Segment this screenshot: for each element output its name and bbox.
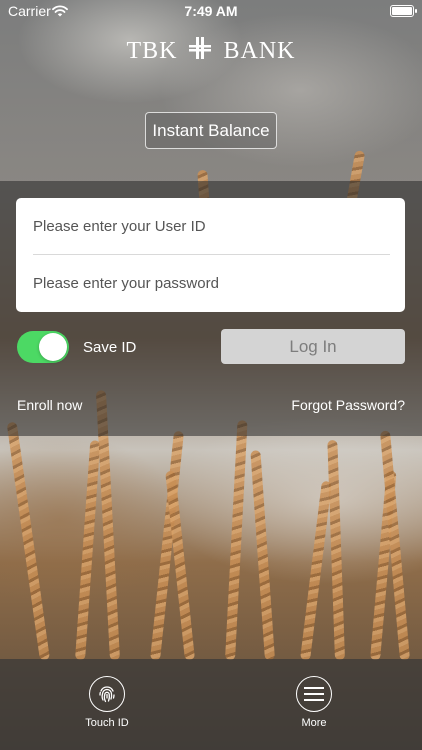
save-id-label: Save ID [83, 339, 137, 356]
status-bar: Carrier 7:49 AM [0, 0, 422, 22]
password-field[interactable]: Please enter your password [33, 255, 390, 311]
instant-balance-button[interactable]: Instant Balance [145, 112, 277, 149]
fingerprint-icon [89, 676, 125, 712]
status-time: 7:49 AM [184, 3, 238, 19]
battery-icon [390, 5, 417, 17]
menu-icon [296, 676, 332, 712]
brand-right: BANK [223, 38, 296, 64]
instant-balance-label: Instant Balance [152, 120, 270, 140]
toggle-knob [39, 333, 67, 361]
user-id-placeholder: Please enter your User ID [33, 217, 206, 235]
forgot-password-link[interactable]: Forgot Password? [291, 397, 405, 413]
cross-logo-icon [188, 36, 212, 67]
login-button[interactable]: Log In [221, 329, 405, 364]
user-id-field[interactable]: Please enter your User ID [33, 198, 390, 254]
touch-id-button[interactable]: Touch ID [67, 676, 147, 729]
bottom-bar [0, 659, 422, 750]
brand-left: TBK [126, 38, 178, 64]
login-card: Please enter your User ID Please enter y… [16, 198, 405, 312]
login-button-label: Log In [289, 336, 337, 356]
save-id-toggle[interactable] [17, 331, 69, 363]
password-placeholder: Please enter your password [33, 274, 219, 292]
brand-logo: TBK BANK [0, 36, 422, 67]
more-label: More [301, 717, 327, 729]
more-button[interactable]: More [274, 676, 354, 729]
touch-id-label: Touch ID [85, 717, 129, 729]
enroll-link[interactable]: Enroll now [17, 397, 82, 413]
